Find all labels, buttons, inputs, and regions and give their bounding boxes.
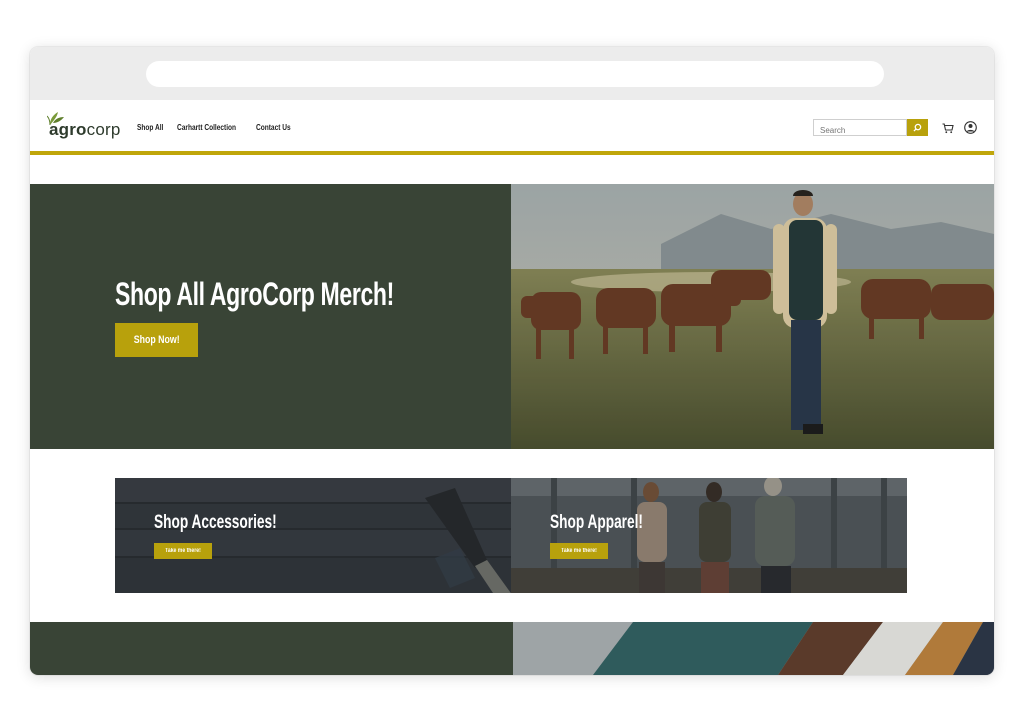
accessories-photo bbox=[115, 478, 511, 593]
user-account-icon[interactable] bbox=[964, 121, 977, 134]
promo-title-apparel: Shop Apparel! bbox=[550, 512, 643, 533]
take-me-there-apparel-button[interactable]: Take me there! bbox=[550, 543, 608, 559]
search-icon bbox=[913, 123, 922, 132]
nav-shop-all[interactable]: Shop All bbox=[137, 123, 163, 132]
nav-contact-us[interactable]: Contact Us bbox=[256, 123, 291, 132]
search-box bbox=[813, 119, 907, 138]
search-button[interactable] bbox=[907, 119, 928, 136]
bottom-image-fabric-swatches bbox=[513, 622, 994, 675]
take-me-there-label: Take me there! bbox=[561, 548, 597, 554]
address-bar[interactable] bbox=[146, 61, 884, 87]
browser-window: agrocorp Shop All Carhartt Collection Co… bbox=[30, 47, 994, 675]
shop-now-button[interactable]: Shop Now! bbox=[115, 323, 198, 357]
promo-card-apparel[interactable]: Shop Apparel! Take me there! bbox=[511, 478, 907, 593]
fabric-swatches-photo bbox=[513, 622, 994, 675]
hero-image-farmer-with-cattle bbox=[511, 184, 994, 449]
hero-text-panel: Shop All AgroCorp Merch! Shop Now! bbox=[30, 184, 511, 449]
hero-photo bbox=[511, 184, 994, 449]
agrocorp-logo[interactable]: agrocorp bbox=[47, 112, 121, 140]
bottom-section bbox=[30, 622, 994, 675]
leaf-icon bbox=[47, 112, 64, 126]
hero-title: Shop All AgroCorp Merch! bbox=[115, 276, 394, 312]
cart-icon[interactable] bbox=[942, 122, 954, 134]
take-me-there-accessories-button[interactable]: Take me there! bbox=[154, 543, 212, 559]
site-header: agrocorp Shop All Carhartt Collection Co… bbox=[30, 100, 994, 152]
shop-now-label: Shop Now! bbox=[133, 334, 180, 346]
main-nav: Shop All Carhartt Collection Contact Us bbox=[137, 123, 298, 132]
logo-text-corp: corp bbox=[86, 120, 121, 139]
website: agrocorp Shop All Carhartt Collection Co… bbox=[30, 100, 994, 675]
apparel-photo bbox=[511, 478, 907, 593]
nav-carhartt-collection[interactable]: Carhartt Collection bbox=[177, 123, 236, 132]
promo-section: Shop Accessories! Take me there! Shop Ap… bbox=[115, 478, 907, 593]
browser-chrome bbox=[30, 47, 994, 100]
promo-card-accessories[interactable]: Shop Accessories! Take me there! bbox=[115, 478, 511, 593]
take-me-there-label: Take me there! bbox=[165, 548, 201, 554]
hero-banner: Shop All AgroCorp Merch! Shop Now! bbox=[30, 184, 994, 449]
bottom-text-panel bbox=[30, 622, 513, 675]
header-accent-bar bbox=[30, 151, 994, 155]
search-input[interactable] bbox=[814, 123, 906, 138]
promo-title-accessories: Shop Accessories! bbox=[154, 512, 277, 533]
